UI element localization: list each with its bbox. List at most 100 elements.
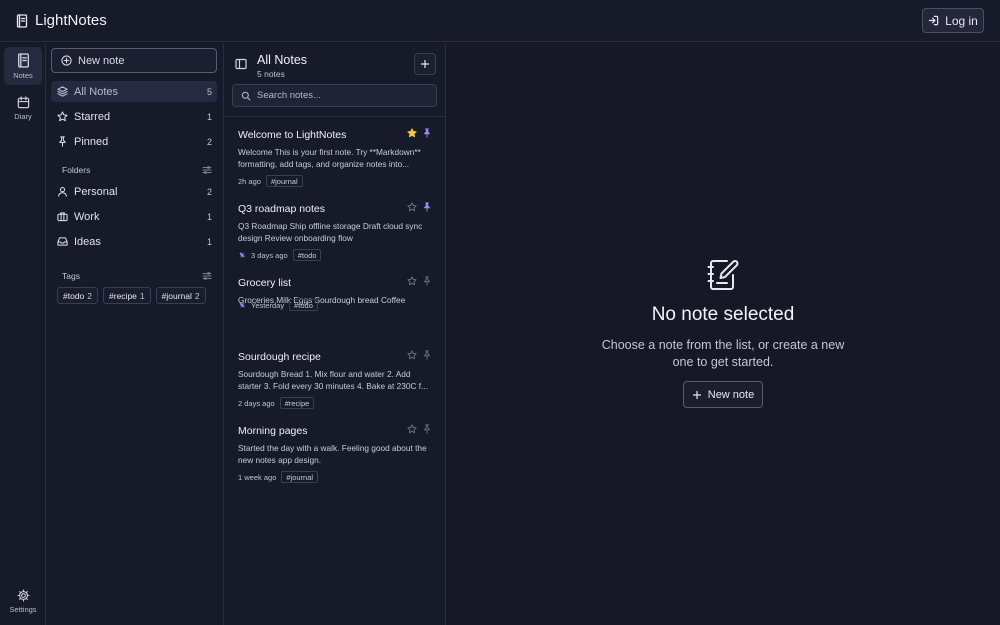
icon-rail: Notes Diary Settings — [0, 43, 46, 625]
count-badge: 5 — [206, 86, 212, 97]
new-note-button[interactable]: New note — [51, 48, 217, 73]
note-meta: 3 days ago #todo — [238, 249, 322, 261]
rail-label: Diary — [14, 111, 32, 121]
note-list-item[interactable]: Sourdough recipe Sourdough Bread 1. Mix … — [224, 339, 445, 413]
folder-item-work[interactable]: Work 1 — [51, 206, 217, 227]
folders-settings-icon[interactable] — [202, 165, 212, 175]
note-title: Q3 roadmap notes — [238, 203, 325, 215]
plus-icon — [420, 59, 430, 69]
note-title: Sourdough recipe — [238, 351, 321, 363]
sidebar-item-label: Pinned — [74, 135, 109, 148]
notebook-icon — [17, 52, 30, 68]
plus-icon — [692, 390, 702, 400]
pin-icon[interactable] — [422, 128, 432, 138]
note-preview: Q3 Roadmap Ship offline storage Draft cl… — [238, 221, 423, 244]
note-tag: #todo — [289, 299, 318, 311]
briefcase-icon — [57, 211, 68, 222]
star-icon[interactable] — [407, 202, 417, 212]
note-time: 2h ago — [238, 176, 261, 186]
rail-label: Notes — [13, 70, 33, 80]
pin-icon[interactable] — [422, 202, 432, 212]
tag-chip-todo[interactable]: #todo 2 — [57, 287, 99, 304]
star-icon[interactable] — [407, 128, 417, 138]
note-meta: Yesterday #todo — [238, 299, 318, 311]
search-input[interactable] — [257, 90, 427, 101]
layers-icon — [57, 86, 68, 97]
note-list-item[interactable]: Welcome to LightNotes Welcome This is yo… — [224, 117, 445, 191]
app-header: LightNotes Log in — [0, 0, 1000, 42]
sidebar-item-starred[interactable]: Starred 1 — [51, 106, 217, 127]
pin-icon[interactable] — [422, 276, 432, 286]
search-box — [232, 84, 437, 107]
count-badge: 2 — [206, 136, 212, 147]
tag-count: 1 — [139, 290, 145, 301]
plus-circle-icon — [61, 55, 72, 66]
pin-icon[interactable] — [422, 350, 432, 360]
count-badge: 1 — [206, 111, 212, 122]
pin-icon — [57, 136, 68, 147]
note-tag: #recipe — [279, 397, 315, 409]
note-meta: 2 days ago #recipe — [238, 397, 315, 409]
count-badge: 1 — [206, 236, 212, 247]
note-time: 1 week ago — [238, 472, 277, 482]
note-preview: Sourdough Bread 1. Mix flour and water 2… — [238, 369, 428, 392]
sidebar-item-label: All Notes — [74, 85, 119, 98]
login-label: Log in — [945, 13, 978, 28]
empty-state-title: No note selected — [651, 304, 795, 325]
folder-item-ideas[interactable]: Ideas 1 — [51, 231, 217, 252]
rail-label: Settings — [9, 604, 37, 614]
sidebar-item-label: Starred — [74, 110, 111, 123]
folder-item-personal[interactable]: Personal 2 — [51, 181, 217, 202]
note-title: Grocery list — [238, 277, 292, 289]
count-badge: 1 — [206, 211, 212, 222]
note-list-title: All Notes — [257, 53, 308, 67]
tags-settings-icon[interactable] — [202, 271, 212, 281]
notebook-pen-icon — [707, 258, 739, 292]
sync-icon — [238, 301, 246, 309]
note-time: Yesterday — [251, 300, 285, 310]
new-note-button-main[interactable]: New note — [683, 381, 763, 408]
rail-item-diary[interactable]: Diary — [4, 89, 42, 127]
tag-label: #journal — [161, 290, 192, 301]
tag-chip-recipe[interactable]: #recipe 1 — [103, 287, 151, 304]
folder-label: Ideas — [74, 235, 101, 248]
star-icon[interactable] — [407, 350, 417, 360]
inbox-icon — [57, 236, 68, 247]
sidebar-item-pinned[interactable]: Pinned 2 — [51, 131, 217, 152]
calendar-icon — [17, 95, 30, 109]
tag-chip-journal[interactable]: #journal 2 — [155, 287, 206, 304]
sidebar-item-all-notes[interactable]: All Notes 5 — [51, 81, 217, 102]
note-meta: 1 week ago #journal — [238, 471, 319, 483]
app-title: LightNotes — [35, 12, 107, 29]
note-list-item[interactable]: Grocery list Groceries Milk Eggs Sourdou… — [224, 265, 445, 339]
login-icon — [928, 15, 939, 26]
sidebar: New note All Notes 5 Starred 1 Pinned 2 … — [46, 43, 224, 625]
tags-heading: Tags — [62, 271, 80, 281]
pin-icon[interactable] — [422, 424, 432, 434]
tag-label: #recipe — [109, 290, 137, 301]
gear-icon — [16, 588, 30, 602]
note-preview: Welcome This is your first note. Try **M… — [238, 147, 421, 170]
login-button[interactable]: Log in — [922, 8, 984, 33]
star-icon[interactable] — [407, 424, 417, 434]
notebook-icon — [16, 13, 28, 28]
tag-count: 2 — [194, 290, 200, 301]
sidebar-toggle-icon[interactable] — [235, 58, 247, 70]
rail-item-settings[interactable]: Settings — [4, 582, 42, 620]
new-note-label: New note — [78, 54, 125, 67]
add-note-button[interactable] — [414, 53, 436, 75]
folder-label: Work — [74, 210, 100, 223]
note-tag: #journal — [265, 175, 303, 187]
folders-heading: Folders — [62, 165, 91, 175]
note-time: 3 days ago — [251, 250, 288, 260]
note-list-item[interactable]: Q3 roadmap notes Q3 Roadmap Ship offline… — [224, 191, 445, 265]
note-meta: 2h ago #journal — [238, 175, 303, 187]
note-tag: #journal — [281, 471, 319, 483]
note-time: 2 days ago — [238, 398, 275, 408]
user-icon — [57, 186, 68, 197]
editor-area: No note selected Choose a note from the … — [446, 43, 1000, 625]
new-note-label: New note — [707, 388, 755, 401]
rail-item-notes[interactable]: Notes — [4, 47, 42, 85]
note-list-item[interactable]: Morning pages Started the day with a wal… — [224, 413, 445, 487]
star-icon[interactable] — [407, 276, 417, 286]
